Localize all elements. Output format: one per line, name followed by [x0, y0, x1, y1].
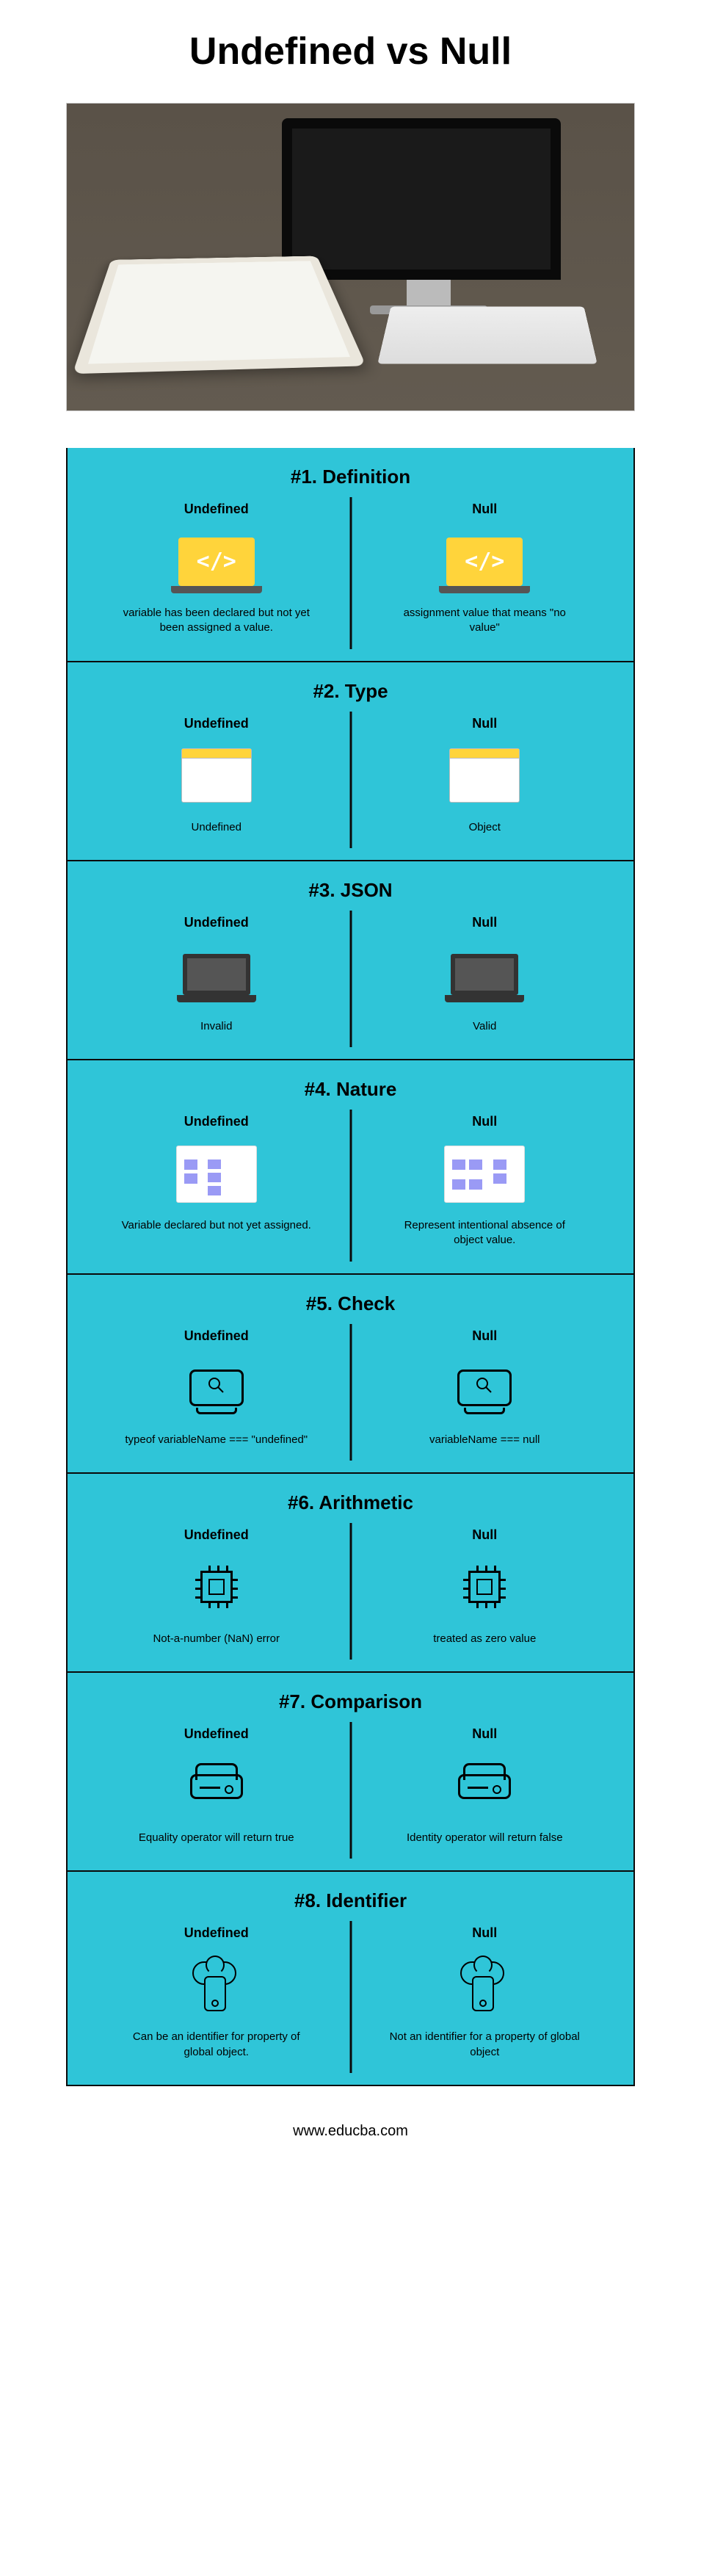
- desc: treated as zero value: [433, 1632, 536, 1646]
- laptop-icon: [451, 954, 518, 995]
- desc: Equality operator will return true: [139, 1831, 294, 1845]
- desc: Variable declared but not yet assigned.: [122, 1218, 311, 1233]
- col-head: Null: [472, 1726, 497, 1742]
- grid-window-icon: [176, 1146, 257, 1203]
- phone-cloud-icon: [191, 1960, 242, 2011]
- col-head: Undefined: [184, 502, 249, 517]
- monitor-graphic: [282, 118, 561, 280]
- code-laptop-icon: </>: [446, 538, 523, 586]
- section-type: #2. Type Undefined Undefined Null Object: [66, 662, 635, 861]
- col-head: Null: [472, 716, 497, 731]
- desc: Identity operator will return false: [407, 1831, 563, 1845]
- keyboard-graphic: [377, 306, 597, 363]
- section-title: #1. Definition: [82, 466, 619, 488]
- cpu-icon: [468, 1571, 501, 1603]
- desc: typeof variableName === "undefined": [125, 1433, 308, 1447]
- section-title: #7. Comparison: [82, 1690, 619, 1713]
- window-icon: [449, 748, 520, 803]
- desc: Can be an identifier for property of glo…: [121, 2030, 312, 2060]
- col-head: Undefined: [184, 915, 249, 930]
- section-identifier: #8. Identifier Undefined Can be an ident…: [66, 1872, 635, 2086]
- col-null: Null </> assignment value that means "no…: [351, 502, 620, 636]
- laptop-icon: [183, 954, 250, 995]
- stacked-drive-icon: [190, 1774, 243, 1799]
- section-title: #4. Nature: [82, 1078, 619, 1101]
- col-head: Null: [472, 502, 497, 517]
- desc: Valid: [473, 1019, 496, 1034]
- col-head: Null: [472, 1114, 497, 1129]
- section-json: #3. JSON Undefined Invalid Null Valid: [66, 861, 635, 1060]
- col-head: Null: [472, 1925, 497, 1941]
- col-head: Undefined: [184, 1328, 249, 1344]
- page-title: Undefined vs Null: [66, 29, 635, 73]
- desc: variable has been declared but not yet b…: [121, 606, 312, 636]
- cpu-icon: [200, 1571, 233, 1603]
- code-laptop-icon: </>: [178, 538, 255, 586]
- desc: assignment value that means "no value": [389, 606, 580, 636]
- section-title: #6. Arithmetic: [82, 1491, 619, 1514]
- col-head: Null: [472, 915, 497, 930]
- section-definition: #1. Definition Undefined </> variable ha…: [66, 448, 635, 662]
- tablet-graphic: [73, 256, 366, 375]
- desc: Represent intentional absence of object …: [389, 1218, 580, 1248]
- col-undefined: Undefined </> variable has been declared…: [82, 502, 351, 636]
- col-head: Null: [472, 1527, 497, 1543]
- section-arithmetic: #6. Arithmetic Undefined Not-a-number (N…: [66, 1474, 635, 1673]
- hero-image: [66, 103, 635, 411]
- search-drive-icon: [189, 1370, 244, 1406]
- search-drive-icon: [457, 1370, 512, 1406]
- phone-cloud-icon: [459, 1960, 510, 2011]
- desc: Invalid: [200, 1019, 232, 1034]
- col-head: Undefined: [184, 1527, 249, 1543]
- col-head: Undefined: [184, 1925, 249, 1941]
- desc: Not-a-number (NaN) error: [153, 1632, 280, 1646]
- footer-text: www.educba.com: [66, 2123, 635, 2140]
- section-title: #3. JSON: [82, 879, 619, 902]
- desc: variableName === null: [429, 1433, 540, 1447]
- col-head: Undefined: [184, 1726, 249, 1742]
- section-title: #5. Check: [82, 1292, 619, 1315]
- desc: Not an identifier for a property of glob…: [389, 2030, 580, 2060]
- section-title: #8. Identifier: [82, 1889, 619, 1912]
- stacked-drive-icon: [458, 1774, 511, 1799]
- section-title: #2. Type: [82, 680, 619, 703]
- section-nature: #4. Nature Undefined Variable declared b…: [66, 1060, 635, 1275]
- desc: Object: [469, 820, 501, 835]
- col-head: Undefined: [184, 716, 249, 731]
- section-check: #5. Check Undefined typeof variableName …: [66, 1275, 635, 1474]
- window-icon: [181, 748, 252, 803]
- grid-window-icon: [444, 1146, 525, 1203]
- section-comparison: #7. Comparison Undefined Equality operat…: [66, 1673, 635, 1872]
- desc: Undefined: [192, 820, 241, 835]
- col-head: Null: [472, 1328, 497, 1344]
- col-head: Undefined: [184, 1114, 249, 1129]
